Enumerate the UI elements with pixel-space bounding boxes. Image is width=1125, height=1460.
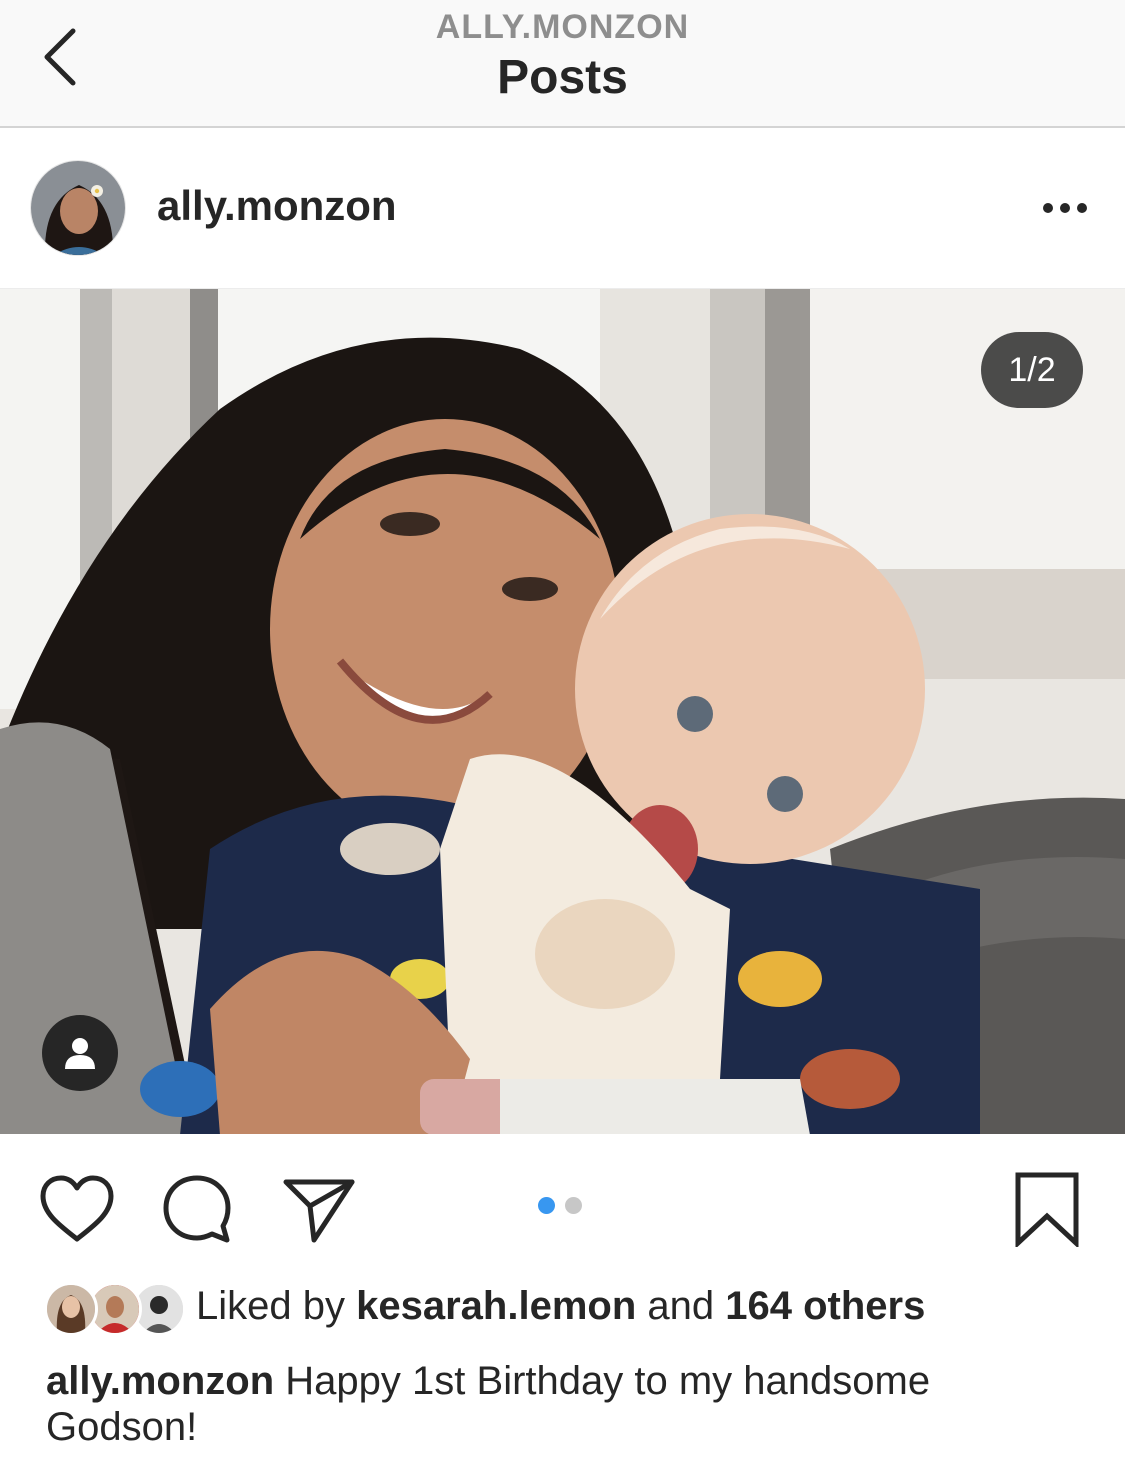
- likes-connector: and: [647, 1284, 715, 1328]
- page-title: Posts: [497, 51, 628, 104]
- comment-button[interactable]: [152, 1164, 242, 1254]
- more-options-button[interactable]: [1035, 190, 1095, 226]
- like-button[interactable]: [32, 1164, 122, 1254]
- tagged-people-button[interactable]: [42, 1015, 118, 1091]
- carousel-dot-active: [538, 1197, 555, 1214]
- more-horizontal-icon: [1043, 203, 1087, 213]
- paper-plane-icon: [283, 1179, 355, 1243]
- profile-name-subtitle: ALLY.MONZON: [435, 8, 690, 46]
- navigation-bar: ALLY.MONZON Posts: [0, 0, 1125, 128]
- carousel-indicator: [538, 1197, 582, 1214]
- top-liker-username[interactable]: kesarah.lemon: [356, 1284, 636, 1328]
- likes-summary[interactable]: Liked by kesarah.lemon and 164 others: [0, 1272, 1125, 1346]
- carousel-dot: [565, 1197, 582, 1214]
- photo-illustration: [0, 289, 1125, 1134]
- post-action-bar: [0, 1134, 1125, 1274]
- post-photo[interactable]: 1/2: [0, 288, 1125, 1134]
- likes-text: Liked by kesarah.lemon and 164 others: [196, 1284, 925, 1329]
- save-button[interactable]: [1002, 1164, 1092, 1254]
- image-counter-badge: 1/2: [981, 332, 1083, 408]
- avatar: [44, 1282, 98, 1336]
- bookmark-icon: [1015, 1172, 1079, 1247]
- heart-icon: [40, 1175, 114, 1242]
- post-caption: ally.monzon Happy 1st Birthday to my han…: [46, 1358, 1086, 1450]
- share-button[interactable]: [274, 1164, 364, 1254]
- post-username[interactable]: ally.monzon: [157, 182, 397, 230]
- comment-bubble-icon: [163, 1175, 231, 1243]
- likes-count[interactable]: 164 others: [725, 1284, 925, 1328]
- avatar[interactable]: [30, 160, 126, 256]
- caption-author[interactable]: ally.monzon: [46, 1359, 274, 1403]
- liker-avatars: [44, 1282, 186, 1336]
- likes-prefix: Liked by: [196, 1284, 345, 1328]
- person-tag-icon: [65, 1038, 95, 1069]
- post-header: ally.monzon: [0, 130, 1125, 288]
